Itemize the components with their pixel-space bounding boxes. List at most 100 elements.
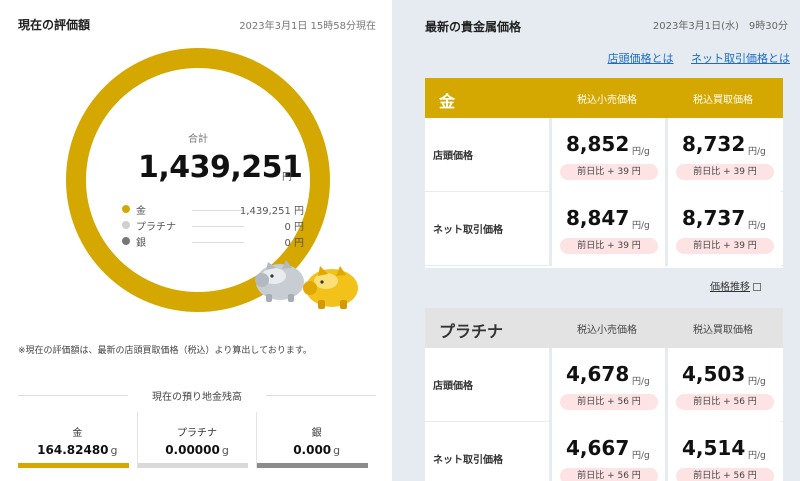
price-diff-badge: 前日比 + 39 円 — [560, 164, 658, 180]
price-value: 4,503 — [682, 362, 746, 386]
price-chart-link[interactable]: 価格推移 — [710, 278, 761, 293]
price-unit: 円/g — [748, 451, 766, 461]
price-unit: 円/g — [748, 147, 766, 157]
price-value: 8,852 — [566, 132, 630, 156]
platinum-store-buy: 4,503 円/g 前日比 + 56 円 — [665, 348, 781, 422]
price-value: 4,514 — [682, 436, 746, 460]
valuation-note: ※現在の評価額は、最新の店頭買取価格（税込）より算出しております。 — [18, 346, 312, 356]
platinum-store-retail: 4,678 円/g 前日比 + 56 円 — [549, 348, 665, 422]
price-diff-badge: 前日比 + 56 円 — [676, 394, 774, 410]
holdings-table: 金 164.82480 g プラチナ 0.00000 g 銀 0.000 g — [18, 412, 376, 468]
silver-dot-icon — [122, 237, 130, 245]
valuation-title: 現在の評価額 — [18, 18, 91, 32]
platinum-dot-icon — [122, 221, 130, 229]
valuation-header: 現在の評価額 2023年3月1日 15時58分現在 — [18, 16, 376, 32]
total-unit: 円 — [282, 172, 292, 183]
holdings-title: 現在の預り地金残高 — [18, 388, 376, 403]
holding-bar — [137, 463, 249, 468]
platinum-net-retail: 4,667 円/g 前日比 + 56 円 — [549, 422, 665, 481]
holding-gold: 金 164.82480 g — [18, 412, 138, 468]
gold-price-header: 金 税込小売価格 税込買取価格 — [425, 78, 783, 118]
row-label: ネット取引価格 — [433, 455, 503, 466]
prices-panel: 最新の貴金属価格 2023年3月1日(水) 9時30分 店頭価格とは ネット取引… — [408, 0, 800, 481]
holding-amount: 164.82480 — [37, 443, 109, 457]
valuation-panel: 現在の評価額 2023年3月1日 15時58分現在 合計 1,439,251 円… — [0, 0, 392, 481]
total-label: 合計 — [188, 134, 208, 145]
buy-col-header: 税込買取価格 — [693, 95, 753, 106]
row-label: 店頭価格 — [433, 381, 473, 392]
breakdown-list: 金 1,439,251 円 プラチナ 0 円 銀 0 円 — [122, 202, 304, 250]
price-value: 4,667 — [566, 436, 630, 460]
holding-name: 金 — [72, 428, 83, 439]
row-label: ネット取引価格 — [433, 225, 503, 236]
prices-title: 最新の貴金属価格 — [425, 20, 522, 34]
breakdown-name: 銀 — [136, 238, 146, 249]
gold-net-retail: 8,847 円/g 前日比 + 39 円 — [549, 192, 665, 266]
holding-name: 銀 — [311, 428, 322, 439]
breakdown-name: プラチナ — [136, 222, 176, 233]
platinum-price-card: プラチナ 税込小売価格 税込買取価格 店頭価格 4,678 円/g 前日比 + … — [425, 308, 783, 481]
price-unit: 円/g — [632, 377, 650, 387]
holding-unit: g — [110, 444, 118, 457]
gold-store-buy: 8,732 円/g 前日比 + 39 円 — [665, 118, 781, 192]
prices-date: 2023年3月1日(水) 9時30分 — [652, 21, 788, 32]
holding-value: 0.000 g — [257, 443, 376, 457]
total-value: 1,439,251 — [138, 150, 303, 185]
external-link-icon — [753, 283, 761, 291]
store-price-info-link[interactable]: 店頭価格とは — [608, 52, 674, 65]
price-unit: 円/g — [632, 451, 650, 461]
gold-store-retail: 8,852 円/g 前日比 + 39 円 — [549, 118, 665, 192]
holding-amount: 0.000 — [293, 443, 332, 457]
gold-price-card: 金 税込小売価格 税込買取価格 店頭価格 8,852 円/g 前日比 + 39 … — [425, 78, 783, 268]
breakdown-value: 0 円 — [284, 238, 304, 249]
page-root: 現在の評価額 2023年3月1日 15時58分現在 合計 1,439,251 円… — [0, 0, 800, 481]
gold-store-row: 店頭価格 8,852 円/g 前日比 + 39 円 8,732 円/g 前日比 … — [425, 118, 783, 192]
gold-piggy-bank-icon — [303, 266, 358, 309]
retail-col-header: 税込小売価格 — [577, 95, 637, 106]
breakdown-value: 1,439,251 円 — [239, 206, 304, 217]
buy-col-header: 税込買取価格 — [693, 325, 753, 336]
breakdown-value: 0 円 — [284, 222, 304, 233]
price-diff-badge: 前日比 + 39 円 — [560, 238, 658, 254]
price-diff-badge: 前日比 + 39 円 — [676, 238, 774, 254]
price-chart-label: 価格推移 — [710, 282, 750, 293]
breakdown-item-gold: 金 1,439,251 円 — [122, 202, 304, 218]
retail-col-header: 税込小売価格 — [577, 325, 637, 336]
price-unit: 円/g — [748, 221, 766, 231]
holding-unit: g — [221, 444, 229, 457]
holding-silver: 銀 0.000 g — [257, 412, 376, 468]
price-info-links: 店頭価格とは ネット取引価格とは — [594, 50, 791, 66]
holding-value: 164.82480 g — [18, 443, 137, 457]
gold-net-buy: 8,737 円/g 前日比 + 39 円 — [665, 192, 781, 266]
holding-platinum: プラチナ 0.00000 g — [137, 412, 258, 468]
price-diff-badge: 前日比 + 56 円 — [560, 394, 658, 410]
price-unit: 円/g — [748, 377, 766, 387]
metal-name: プラチナ — [439, 322, 504, 341]
price-value: 4,678 — [566, 362, 630, 386]
price-diff-badge: 前日比 + 56 円 — [676, 468, 774, 481]
platinum-store-row: 店頭価格 4,678 円/g 前日比 + 56 円 4,503 円/g 前日比 … — [425, 348, 783, 422]
breakdown-item-platinum: プラチナ 0 円 — [122, 218, 304, 234]
price-unit: 円/g — [632, 221, 650, 231]
valuation-date: 2023年3月1日 15時58分現在 — [239, 21, 376, 32]
divider — [192, 226, 244, 227]
price-diff-badge: 前日比 + 56 円 — [560, 468, 658, 481]
divider — [192, 242, 244, 243]
net-price-info-link[interactable]: ネット取引価格とは — [691, 52, 790, 65]
gold-dot-icon — [122, 205, 130, 213]
row-label: 店頭価格 — [433, 151, 473, 162]
holding-name: プラチナ — [177, 428, 217, 439]
holding-bar — [18, 463, 129, 468]
platinum-price-header: プラチナ 税込小売価格 税込買取価格 — [425, 308, 783, 348]
breakdown-name: 金 — [136, 206, 146, 217]
divider — [192, 210, 244, 211]
holding-amount: 0.00000 — [165, 443, 220, 457]
platinum-net-row: ネット取引価格 4,667 円/g 前日比 + 56 円 4,514 円/g 前… — [425, 422, 783, 481]
gold-net-row: ネット取引価格 8,847 円/g 前日比 + 39 円 8,737 円/g 前… — [425, 192, 783, 266]
price-value: 8,737 — [682, 206, 746, 230]
metal-name: 金 — [439, 92, 456, 111]
holding-unit: g — [333, 444, 341, 457]
price-value: 8,847 — [566, 206, 630, 230]
holding-value: 0.00000 g — [138, 443, 257, 457]
platinum-net-buy: 4,514 円/g 前日比 + 56 円 — [665, 422, 781, 481]
